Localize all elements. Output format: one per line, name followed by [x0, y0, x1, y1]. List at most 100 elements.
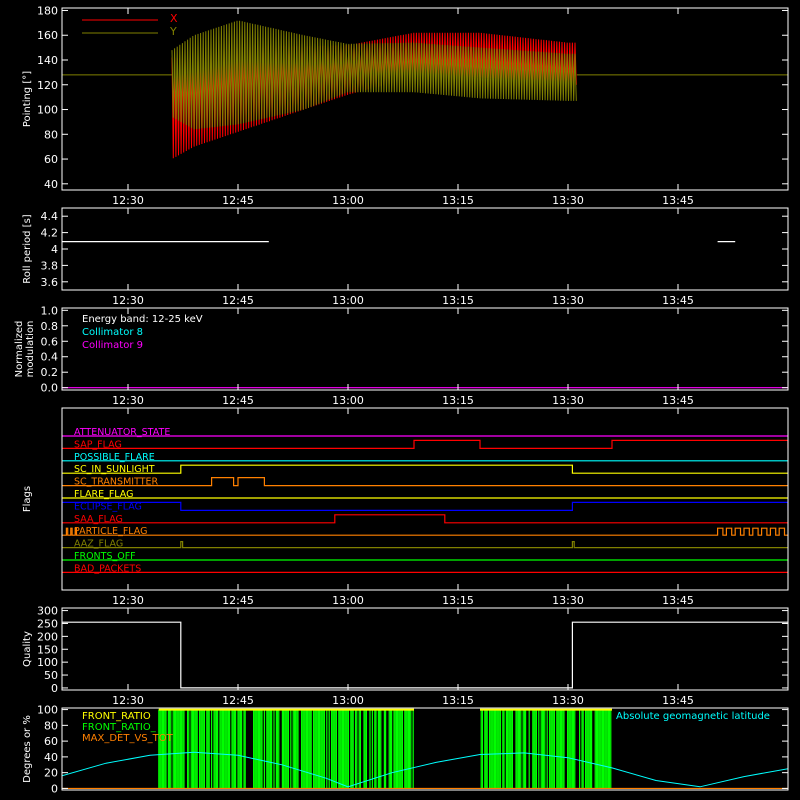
flag-label: SAA_FLAG — [74, 514, 123, 525]
y-tick-label: 140 — [37, 54, 58, 67]
flag-trace-sc-transmitter — [62, 477, 788, 487]
x-tick-label: 12:30 — [112, 394, 144, 407]
y-tick-label: 0 — [51, 682, 58, 695]
flag-label: ATTENUATOR_STATE — [74, 427, 170, 438]
panel-ratios: FRONT_RATIOFRONT_RATIO_MAX_DET_VS_TOT Abs… — [22, 704, 789, 795]
legend-label: X — [170, 12, 178, 25]
y-tick-label: 180 — [37, 4, 58, 17]
flag-label: FLARE_FLAG — [74, 489, 134, 500]
y-tick-label: 100 — [37, 656, 58, 669]
flag-trace-saa-flag — [62, 514, 788, 524]
y-tick-label: 0.6 — [41, 335, 59, 348]
x-tick-label: 12:45 — [222, 594, 254, 607]
y-tick-label: 1.0 — [41, 304, 59, 317]
modulation-annotation: Collimator 9 — [82, 340, 143, 351]
y-axis-label: Pointing [°] — [22, 71, 33, 127]
x-tick-label: 13:30 — [552, 394, 584, 407]
x-tick-label: 12:45 — [222, 294, 254, 307]
panel-modulation: Energy band: 12-25 keV Collimator 8 Collim… — [14, 304, 789, 407]
flag-label: POSSIBLE_FLARE — [74, 452, 155, 463]
plot-area — [62, 621, 788, 689]
panel-roll-period: 12:30 12:45 13:00 13:15 13:30 13:45 3.6 3.8 4 4.2… — [22, 207, 789, 307]
plot-area — [62, 435, 788, 573]
flag-label: FRONTS_OFF — [74, 551, 136, 562]
x-tick-label: 13:00 — [332, 594, 364, 607]
x-tick-label: 12:30 — [112, 594, 144, 607]
y-tick-label: 80 — [44, 719, 58, 732]
x-tick-label: 13:30 — [552, 294, 584, 307]
flag-trace-particle-flag — [62, 527, 788, 536]
x-tick-label: 12:45 — [222, 194, 254, 207]
x-tick-label: 12:30 — [112, 294, 144, 307]
y-tick-label: 60 — [44, 153, 58, 166]
y-tick-label: 20 — [44, 767, 58, 780]
y-tick-label: 0 — [51, 782, 58, 795]
x-tick-label: 13:30 — [552, 594, 584, 607]
y-tick-label: 3.8 — [41, 259, 59, 272]
x-tick-label: 12:30 — [112, 194, 144, 207]
x-tick-label: 13:30 — [552, 694, 584, 707]
flag-trace-sap-flag — [62, 439, 788, 449]
x-tick-label: 13:45 — [662, 594, 694, 607]
flag-label: SAP_FLAG — [74, 439, 122, 450]
y-tick-label: 40 — [44, 751, 58, 764]
x-tick-label: 13:15 — [442, 394, 474, 407]
legend-label: Y — [169, 25, 177, 38]
modulation-annotation: Collimator 8 — [82, 327, 143, 338]
quality-series — [62, 621, 788, 689]
y-tick-label: 0.8 — [41, 320, 59, 333]
flag-trace-aaz-flag — [62, 541, 788, 549]
y-tick-label: 50 — [44, 669, 58, 682]
y-tick-label: 60 — [44, 735, 58, 748]
y-axis-label: Normalized — [14, 321, 25, 378]
flag-label: BAD_PACKETS — [74, 563, 141, 574]
y-tick-label: 4 — [51, 243, 58, 256]
panel-flags: ATTENUATOR_STATESAP_FLAGPOSSIBLE_FLARESC… — [22, 407, 789, 607]
rhessi-quicklook-figure: XY12:30 12:45 13:00 13:15 13:30 13:4540608010… — [14, 4, 789, 795]
y-axis-label: Flags — [22, 486, 33, 512]
y-axis-label: Quality — [22, 631, 33, 667]
ratio-legend-label: FRONT_RATIO_ — [82, 722, 157, 733]
flag-trace-eclipse-flag — [62, 501, 788, 511]
x-tick-label: 13:45 — [662, 194, 694, 207]
flag-label: ECLIPSE_FLAG — [74, 501, 142, 512]
y-tick-label: 0.4 — [41, 351, 59, 364]
x-tick-label: 13:30 — [552, 194, 584, 207]
flag-label: PARTICLE_FLAG — [74, 526, 147, 537]
y-tick-label: 250 — [37, 617, 58, 630]
y-tick-label: 100 — [37, 704, 58, 717]
x-tick-label: 13:15 — [442, 594, 474, 607]
x-tick-label: 12:45 — [222, 694, 254, 707]
y-tick-label: 0.0 — [41, 382, 59, 395]
y-tick-label: 200 — [37, 630, 58, 643]
modulation-annotation: Energy band: 12-25 keV — [82, 314, 203, 325]
panel-quality: 12:30 12:45 13:00 13:15 13:30 13:450501001502… — [22, 605, 789, 707]
x-tick-label: 13:15 — [442, 194, 474, 207]
y-tick-label: 160 — [37, 29, 58, 42]
y-tick-label: 100 — [37, 104, 58, 117]
flag-trace-sc-in-sunlight — [62, 464, 788, 474]
plot-frame — [61, 607, 789, 691]
x-tick-label: 12:30 — [112, 694, 144, 707]
y-tick-label: 300 — [37, 605, 58, 618]
flag-label: SC_IN_SUNLIGHT — [74, 464, 155, 475]
y-tick-label: 3.6 — [41, 276, 59, 289]
x-tick-label: 12:45 — [222, 394, 254, 407]
x-tick-label: 13:00 — [332, 694, 364, 707]
y-tick-label: 120 — [37, 79, 58, 92]
ratio-legend-label: FRONT_RATIO — [82, 711, 151, 722]
x-tick-label: 13:15 — [442, 694, 474, 707]
y-tick-label: 150 — [37, 643, 58, 656]
flag-label: AAZ_FLAG — [74, 539, 123, 550]
y-tick-label: 4.4 — [41, 210, 59, 223]
flag-label: SC_TRANSMITTER — [74, 477, 159, 488]
x-tick-label: 13:45 — [662, 294, 694, 307]
x-tick-label: 13:15 — [442, 294, 474, 307]
x-tick-label: 13:45 — [662, 694, 694, 707]
latitude-annotation: Absolute geomagnetic latitude — [616, 711, 770, 722]
x-tick-label: 13:00 — [332, 394, 364, 407]
panel-pointing: XY 12:30 12:45 13:00 13:15 13:30 13:45 40 60 80 10… — [22, 4, 789, 207]
y-tick-label: 4.2 — [41, 227, 59, 240]
ratio-legend-label: MAX_DET_VS_TOT — [82, 733, 174, 744]
x-tick-label: 13:00 — [332, 194, 364, 207]
